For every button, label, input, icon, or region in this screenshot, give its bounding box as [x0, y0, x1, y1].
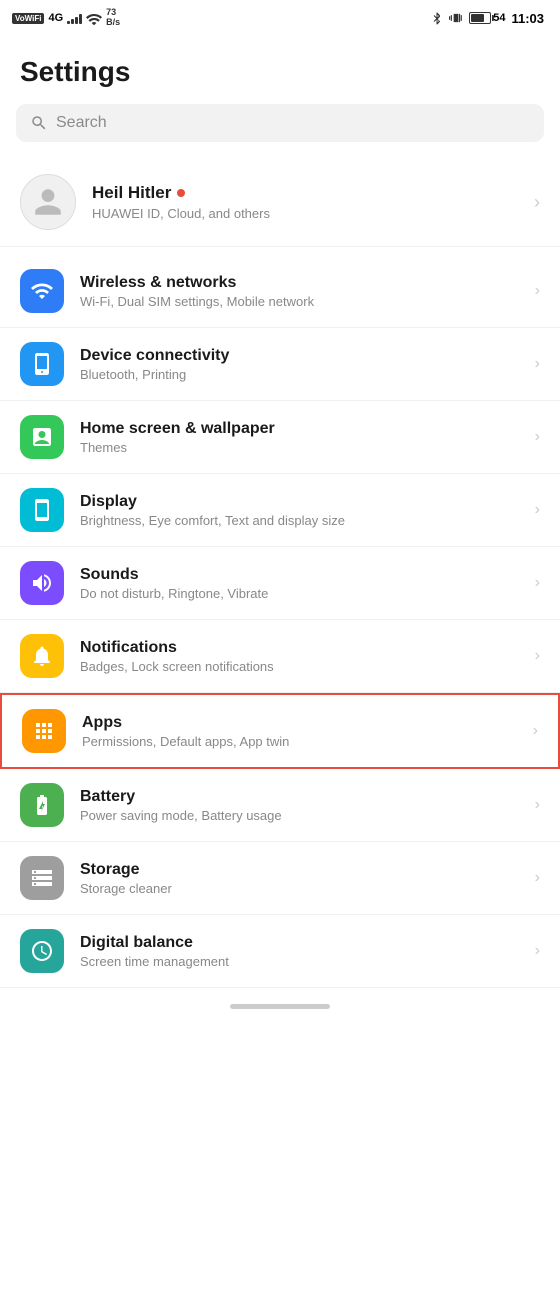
settings-item-device[interactable]: Device connectivity Bluetooth, Printing …: [0, 328, 560, 401]
settings-item-display[interactable]: Display Brightness, Eye comfort, Text an…: [0, 474, 560, 547]
sounds-subtitle: Do not disturb, Ringtone, Vibrate: [80, 586, 519, 601]
display-title: Display: [80, 493, 519, 511]
device-icon-wrap: [20, 342, 64, 386]
notifications-chevron-icon: ›: [535, 647, 540, 665]
apps-subtitle: Permissions, Default apps, App twin: [82, 734, 517, 749]
home-bar[interactable]: [230, 1004, 330, 1009]
status-bar: VoWiFi 4G 73B/s 54 11:03: [0, 0, 560, 36]
apps-chevron-icon: ›: [533, 722, 538, 740]
digital-title: Digital balance: [80, 934, 519, 952]
avatar: [20, 174, 76, 230]
sounds-icon-wrap: [20, 561, 64, 605]
profile-name: Heil Hitler: [92, 183, 171, 203]
display-text: Display Brightness, Eye comfort, Text an…: [80, 493, 519, 528]
homescreen-title: Home screen & wallpaper: [80, 420, 519, 438]
homescreen-icon: [30, 425, 54, 449]
wifi-settings-icon: [30, 279, 54, 303]
clock: 11:03: [511, 11, 544, 26]
wifi-icon: [86, 11, 102, 25]
apps-icon: [32, 719, 56, 743]
settings-item-wireless[interactable]: Wireless & networks Wi-Fi, Dual SIM sett…: [0, 255, 560, 328]
digital-chevron-icon: ›: [535, 942, 540, 960]
battery-chevron-icon: ›: [535, 796, 540, 814]
settings-item-apps[interactable]: Apps Permissions, Default apps, App twin…: [0, 693, 560, 769]
network-speed: 73B/s: [106, 8, 120, 28]
wireless-chevron-icon: ›: [535, 282, 540, 300]
display-subtitle: Brightness, Eye comfort, Text and displa…: [80, 513, 519, 528]
digital-text: Digital balance Screen time management: [80, 934, 519, 969]
vibrate-icon: [449, 11, 463, 25]
sounds-text: Sounds Do not disturb, Ringtone, Vibrate: [80, 566, 519, 601]
notifications-icon-wrap: [20, 634, 64, 678]
search-icon: [30, 114, 48, 132]
search-bar[interactable]: Search: [16, 104, 544, 142]
storage-icon: [30, 866, 54, 890]
battery-icon-wrap: [20, 783, 64, 827]
apps-text: Apps Permissions, Default apps, App twin: [82, 714, 517, 749]
wireless-subtitle: Wi-Fi, Dual SIM settings, Mobile network: [80, 294, 519, 309]
display-icon-wrap: [20, 488, 64, 532]
profile-section[interactable]: Heil Hitler HUAWEI ID, Cloud, and others…: [0, 158, 560, 247]
storage-icon-wrap: [20, 856, 64, 900]
storage-subtitle: Storage cleaner: [80, 881, 519, 896]
wireless-icon-wrap: [20, 269, 64, 313]
digital-balance-icon: [30, 939, 54, 963]
homescreen-icon-wrap: [20, 415, 64, 459]
bluetooth-icon: [431, 10, 443, 26]
status-left: VoWiFi 4G 73B/s: [12, 8, 120, 28]
device-title: Device connectivity: [80, 347, 519, 365]
homescreen-chevron-icon: ›: [535, 428, 540, 446]
wireless-title: Wireless & networks: [80, 274, 519, 292]
settings-item-homescreen[interactable]: Home screen & wallpaper Themes ›: [0, 401, 560, 474]
signal-bars: [67, 12, 82, 24]
page-title: Settings: [0, 36, 560, 104]
wireless-text: Wireless & networks Wi-Fi, Dual SIM sett…: [80, 274, 519, 309]
person-icon: [32, 186, 64, 218]
display-chevron-icon: ›: [535, 501, 540, 519]
vowifi-indicator: VoWiFi: [12, 13, 44, 24]
settings-item-sounds[interactable]: Sounds Do not disturb, Ringtone, Vibrate…: [0, 547, 560, 620]
sounds-title: Sounds: [80, 566, 519, 584]
sounds-chevron-icon: ›: [535, 574, 540, 592]
battery-indicator: 54: [469, 12, 505, 24]
digital-icon-wrap: [20, 929, 64, 973]
apps-icon-wrap: [22, 709, 66, 753]
settings-list: Wireless & networks Wi-Fi, Dual SIM sett…: [0, 255, 560, 988]
notifications-text: Notifications Badges, Lock screen notifi…: [80, 639, 519, 674]
device-text: Device connectivity Bluetooth, Printing: [80, 347, 519, 382]
search-input[interactable]: Search: [56, 114, 107, 132]
signal-strength: 4G: [48, 12, 63, 24]
device-connectivity-icon: [30, 352, 54, 376]
online-indicator: [177, 189, 185, 197]
settings-item-digital[interactable]: Digital balance Screen time management ›: [0, 915, 560, 988]
status-right: 54 11:03: [431, 10, 544, 26]
profile-name-row: Heil Hitler: [92, 183, 270, 203]
apps-title: Apps: [82, 714, 517, 732]
profile-chevron-icon: ›: [534, 192, 540, 213]
sound-icon: [30, 571, 54, 595]
profile-subtitle: HUAWEI ID, Cloud, and others: [92, 206, 270, 221]
storage-text: Storage Storage cleaner: [80, 861, 519, 896]
battery-text: Battery Power saving mode, Battery usage: [80, 788, 519, 823]
storage-title: Storage: [80, 861, 519, 879]
bell-icon: [30, 644, 54, 668]
device-chevron-icon: ›: [535, 355, 540, 373]
home-indicator: [0, 988, 560, 1021]
settings-item-battery[interactable]: Battery Power saving mode, Battery usage…: [0, 769, 560, 842]
battery-title: Battery: [80, 788, 519, 806]
homescreen-text: Home screen & wallpaper Themes: [80, 420, 519, 455]
device-subtitle: Bluetooth, Printing: [80, 367, 519, 382]
profile-info: Heil Hitler HUAWEI ID, Cloud, and others: [92, 183, 270, 221]
digital-subtitle: Screen time management: [80, 954, 519, 969]
settings-item-storage[interactable]: Storage Storage cleaner ›: [0, 842, 560, 915]
notifications-title: Notifications: [80, 639, 519, 657]
battery-subtitle: Power saving mode, Battery usage: [80, 808, 519, 823]
notifications-subtitle: Badges, Lock screen notifications: [80, 659, 519, 674]
homescreen-subtitle: Themes: [80, 440, 519, 455]
storage-chevron-icon: ›: [535, 869, 540, 887]
display-icon: [30, 498, 54, 522]
battery-level: 54: [493, 12, 505, 24]
settings-item-notifications[interactable]: Notifications Badges, Lock screen notifi…: [0, 620, 560, 693]
battery-settings-icon: [30, 793, 54, 817]
